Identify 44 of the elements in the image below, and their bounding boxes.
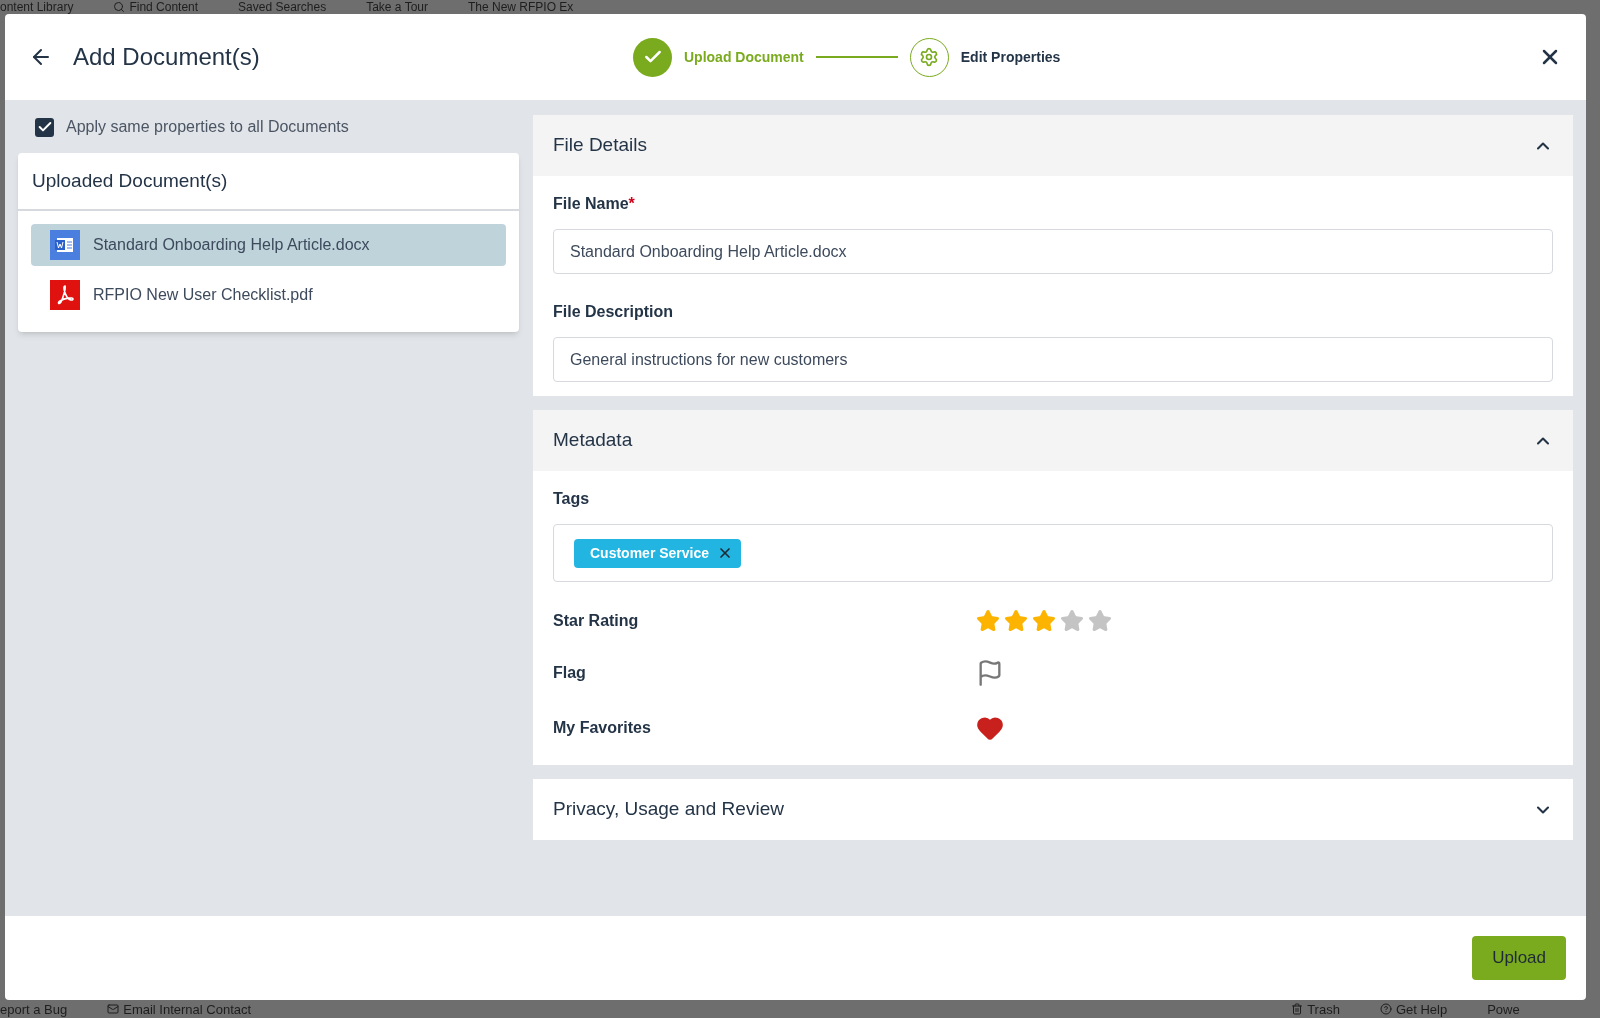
help-icon [1379,1003,1392,1015]
field-label: File Name* [553,194,636,214]
section-title: File Details [553,133,647,158]
field-label: My Favorites [553,718,652,738]
trash-icon [1291,1003,1304,1015]
upload-button[interactable]: Upload [1472,936,1566,980]
card-title: Uploaded Document(s) [18,153,519,211]
tag-chip: Customer Service [574,538,742,568]
section-title: Privacy, Usage and Review [553,797,784,822]
star-icon[interactable] [976,608,1000,633]
checkbox-label: Apply same properties to all Documents [66,117,349,137]
heart-icon[interactable] [976,714,1004,742]
section-title: Metadata [553,428,633,453]
mail-icon [107,1003,120,1015]
background-text: Get Help [1395,1002,1448,1016]
background-text: Saved Searches [238,1,327,13]
background-text: Email Internal Contact [123,1002,252,1016]
step-label: Edit Properties [960,47,1061,67]
background-text: ontent Library [0,1,74,13]
step-label: Upload Document [684,47,804,67]
field-label: Flag [553,663,587,683]
section-header[interactable]: File Details [533,115,1573,176]
field-label: File Description [553,302,675,322]
checkbox[interactable] [35,117,54,137]
file-description-field[interactable]: General instructions for new customers [553,337,1553,382]
file-name-field[interactable]: Standard Onboarding Help Article.docx [553,229,1553,274]
background-text: The New RFPIO Ex [468,1,574,13]
background-text: Trash [1307,1002,1340,1016]
pdf-icon [50,280,80,310]
background-text: eport a Bug [0,1002,68,1016]
field-label: Star Rating [553,610,640,631]
dialog-title: Add Document(s) [73,42,261,72]
search-icon [113,1,126,13]
background-text: Take a Tour [366,1,428,13]
star-icon[interactable] [1032,608,1056,633]
star-icon[interactable] [1004,608,1028,633]
background-text: Find Content [129,1,199,13]
star-icon[interactable] [1088,608,1112,633]
word-document-icon [50,230,80,260]
star-icon[interactable] [1060,608,1084,633]
document-item[interactable]: Standard Onboarding Help Article.docx [31,224,506,266]
section-header[interactable]: Metadata [533,410,1573,471]
field-label: Tags [553,489,591,509]
background-text: Powe [1487,1002,1520,1016]
